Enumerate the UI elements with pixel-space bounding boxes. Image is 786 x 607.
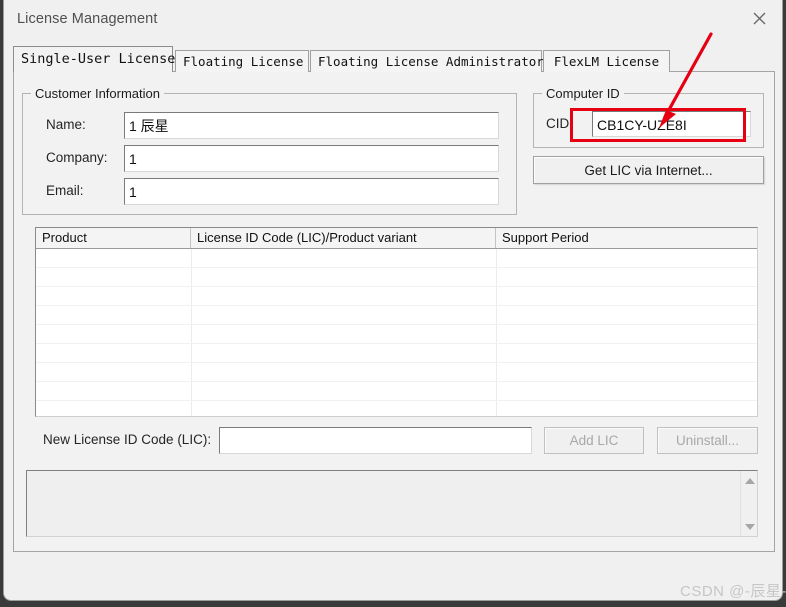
tab-single-user-license[interactable]: Single-User License [13, 46, 176, 72]
triangle-up-icon[interactable] [741, 472, 758, 489]
table-row[interactable] [36, 249, 757, 268]
name-label: Name: [46, 117, 86, 132]
log-output-box[interactable] [26, 470, 758, 537]
license-table[interactable]: Product License ID Code (LIC)/Product va… [35, 227, 758, 417]
license-table-header: Product License ID Code (LIC)/Product va… [36, 228, 757, 249]
column-header-product[interactable]: Product [36, 228, 191, 248]
tab-label: FlexLM License [553, 54, 660, 69]
table-row[interactable] [36, 363, 757, 382]
table-row[interactable] [36, 325, 757, 344]
screenshot-root: License Management Single-User License F… [0, 0, 786, 607]
column-header-license-id-code[interactable]: License ID Code (LIC)/Product variant [191, 228, 496, 248]
table-row[interactable] [36, 382, 757, 401]
triangle-down-icon[interactable] [741, 518, 758, 535]
table-row[interactable] [36, 306, 757, 325]
tab-label: Single-User License [21, 51, 176, 67]
license-management-window: License Management Single-User License F… [3, 0, 783, 601]
new-license-label: New License ID Code (LIC): [43, 432, 212, 447]
tab-floating-license-administrator[interactable]: Floating License Administrator [310, 50, 544, 72]
uninstall-button[interactable]: Uninstall... [657, 427, 758, 454]
cid-input[interactable]: CB1CY-UZE8I [592, 111, 751, 137]
customer-information-legend: Customer Information [31, 86, 164, 101]
company-label: Company: [46, 150, 108, 165]
email-label: Email: [46, 183, 84, 198]
tab-flexlm-license[interactable]: FlexLM License [543, 50, 670, 72]
new-license-input[interactable] [219, 427, 532, 454]
tab-floating-license[interactable]: Floating License [175, 50, 309, 72]
table-row[interactable] [36, 344, 757, 363]
window-title: License Management [17, 11, 158, 27]
email-input[interactable]: 1 [124, 178, 499, 205]
company-input[interactable]: 1 [124, 145, 499, 172]
title-bar: License Management [4, 0, 782, 40]
computer-id-legend: Computer ID [542, 86, 624, 101]
get-lic-via-internet-label: Get LIC via Internet... [584, 162, 713, 178]
computer-id-group: Computer ID CID: CB1CY-UZE8I [533, 86, 764, 148]
tab-label: Floating License Administrator [318, 54, 544, 69]
close-icon[interactable] [736, 0, 782, 36]
customer-information-group: Customer Information Name: 1 辰星 Company:… [22, 86, 517, 215]
table-row[interactable] [36, 401, 757, 416]
table-row[interactable] [36, 268, 757, 287]
add-lic-button[interactable]: Add LIC [544, 427, 644, 454]
footer-bar: Close Help [4, 552, 782, 600]
tab-label: Floating License [183, 54, 304, 69]
cid-label: CID: [546, 116, 573, 131]
name-input[interactable]: 1 辰星 [124, 112, 499, 139]
tab-strip: Single-User License Floating License Flo… [13, 46, 775, 72]
table-row[interactable] [36, 287, 757, 306]
add-lic-label: Add LIC [569, 433, 619, 448]
get-lic-via-internet-button[interactable]: Get LIC via Internet... [533, 156, 764, 184]
uninstall-label: Uninstall... [675, 433, 740, 448]
log-scrollbar[interactable] [740, 471, 757, 536]
license-table-body [36, 249, 757, 416]
column-header-support-period[interactable]: Support Period [496, 228, 757, 248]
